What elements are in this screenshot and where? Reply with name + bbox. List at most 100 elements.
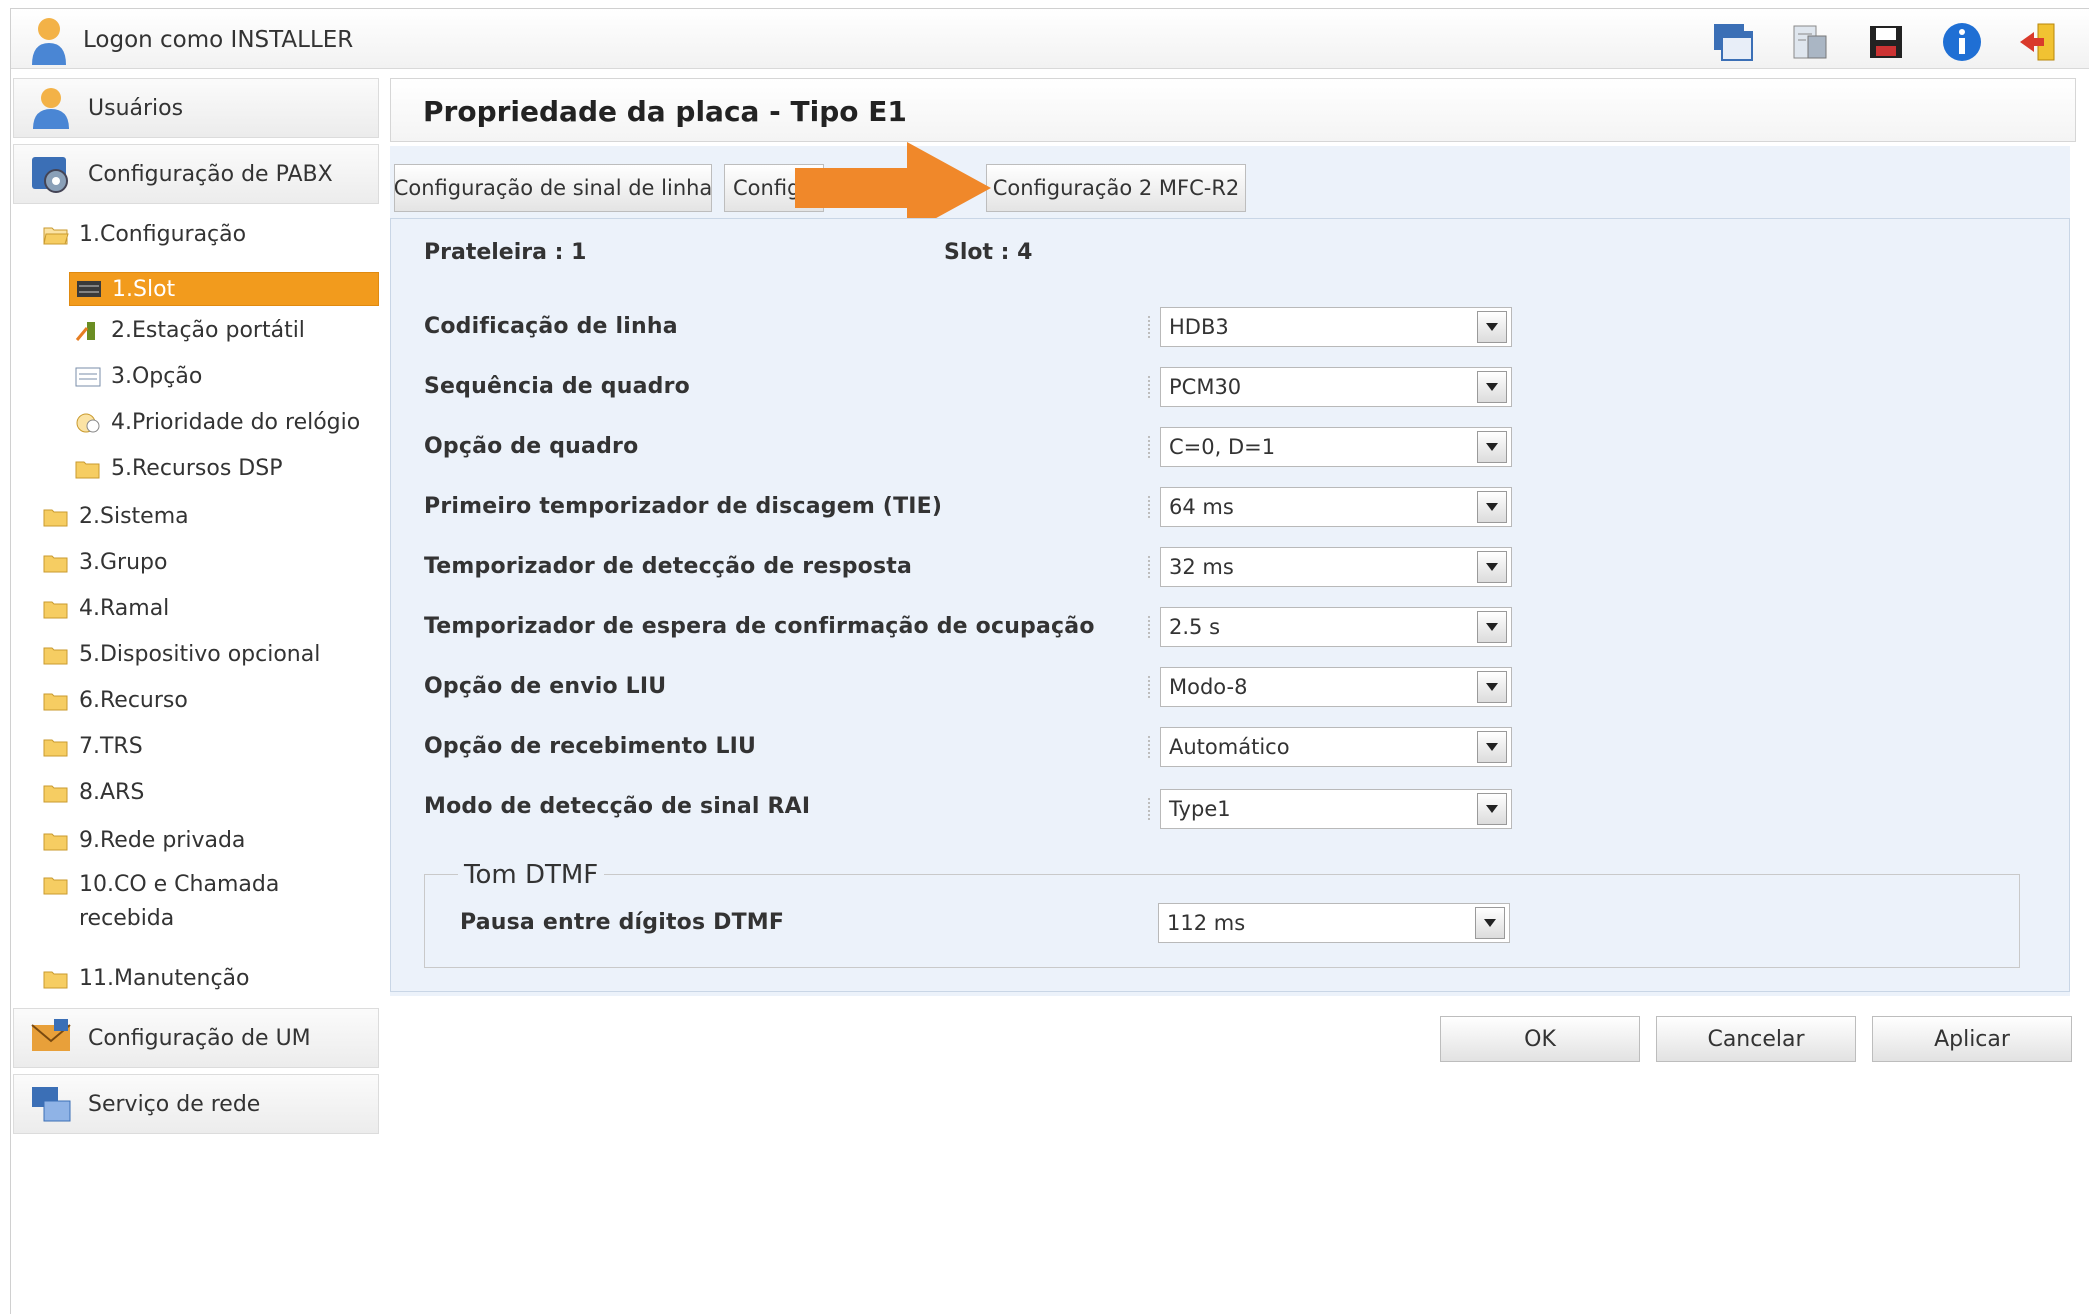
field-label-line-coding: Codificação de linha	[424, 314, 678, 339]
tree-label: 1.Slot	[112, 276, 176, 302]
field-separator	[1148, 556, 1154, 578]
apply-button[interactable]: Aplicar	[1872, 1016, 2072, 1062]
field-label-liu-receive-option: Opção de recebimento LIU	[424, 734, 757, 759]
info-icon[interactable]	[1937, 17, 1987, 67]
tree-slot[interactable]: 1.Slot	[69, 272, 379, 306]
field-label-seizure-ack-timer: Temporizador de espera de confirmação de…	[424, 614, 1095, 639]
sidebar: Usuários Configuração de PABX 1.Configur…	[13, 78, 379, 1138]
tree-grupo[interactable]: 3.Grupo	[43, 550, 167, 575]
tree-label: 7.TRS	[79, 734, 143, 759]
field-separator	[1148, 676, 1154, 698]
tree-label: 1.Configuração	[79, 222, 247, 247]
logout-icon[interactable]	[2013, 17, 2063, 67]
field-label-frame-sequence: Sequência de quadro	[424, 374, 690, 399]
seizure-ack-timer-value: 2.5 s	[1169, 615, 1221, 639]
liu-send-option-value: Modo-8	[1169, 675, 1248, 699]
network-icon	[32, 1087, 71, 1122]
folder-icon	[43, 601, 68, 618]
chevron-down-icon[interactable]	[1477, 311, 1507, 343]
sidebar-um-label: Configuração de UM	[88, 1025, 311, 1051]
frame-sequence-select[interactable]: PCM30	[1160, 367, 1512, 407]
tree-estacao-portatil[interactable]: 2.Estação portátil	[75, 318, 305, 343]
tree-ramal[interactable]: 4.Ramal	[43, 596, 169, 621]
frame-option-select[interactable]: C=0, D=1	[1160, 427, 1512, 467]
tree-ars[interactable]: 8.ARS	[43, 780, 144, 805]
tree-label: 4.Prioridade do relógio	[111, 410, 361, 435]
sidebar-um-config[interactable]: Configuração de UM	[13, 1008, 379, 1068]
users-icon	[33, 88, 69, 129]
tree-recursos-dsp[interactable]: 5.Recursos DSP	[75, 456, 282, 481]
cancel-button[interactable]: Cancelar	[1656, 1016, 1856, 1062]
chevron-down-icon[interactable]	[1477, 793, 1507, 825]
frame-sequence-value: PCM30	[1169, 375, 1242, 399]
chevron-down-icon[interactable]	[1477, 431, 1507, 463]
tree-label: 2.Estação portátil	[111, 318, 305, 343]
sidebar-network-label: Serviço de rede	[88, 1091, 261, 1117]
chevron-down-icon[interactable]	[1475, 907, 1505, 939]
slot-icon	[77, 281, 101, 297]
save-icon[interactable]	[1861, 17, 1911, 67]
dtmf-pause-select[interactable]: 112 ms	[1158, 903, 1510, 943]
liu-receive-option-select[interactable]: Automático	[1160, 727, 1512, 767]
tree-label: 3.Grupo	[79, 550, 168, 575]
tree-recurso[interactable]: 6.Recurso	[43, 688, 188, 713]
tree-label: 8.ARS	[79, 780, 145, 805]
tree-opcao[interactable]: 3.Opção	[75, 364, 202, 389]
liu-send-option-select[interactable]: Modo-8	[1160, 667, 1512, 707]
tree-dispositivo-opcional[interactable]: 5.Dispositivo opcional	[43, 642, 320, 667]
tree-configuracao[interactable]: 1.Configuração	[43, 222, 246, 247]
page-header: Propriedade da placa - Tipo E1	[390, 78, 2076, 142]
pabx-config-icon	[32, 157, 68, 193]
tree-label-multiline: 10.CO e Chamada recebida	[79, 868, 279, 936]
chevron-down-icon[interactable]	[1477, 731, 1507, 763]
tree-manutencao[interactable]: 11.Manutenção	[43, 966, 249, 991]
first-dial-timer-value: 64 ms	[1169, 495, 1234, 519]
answer-detect-timer-value: 32 ms	[1169, 555, 1234, 579]
first-dial-timer-select[interactable]: 64 ms	[1160, 487, 1512, 527]
field-label-frame-option: Opção de quadro	[424, 434, 639, 459]
chevron-down-icon[interactable]	[1477, 371, 1507, 403]
tree-co-chamada-recebida[interactable]: 10.CO e Chamada recebida	[43, 872, 279, 936]
folder-open-icon	[43, 227, 69, 244]
liu-receive-option-value: Automático	[1169, 735, 1290, 759]
rai-detect-mode-select[interactable]: Type1	[1160, 789, 1512, 829]
folder-icon	[43, 833, 68, 850]
logon-text: Logon como INSTALLER	[83, 27, 354, 53]
answer-detect-timer-select[interactable]: 32 ms	[1160, 547, 1512, 587]
field-separator	[1148, 736, 1154, 758]
sidebar-users-label: Usuários	[88, 95, 184, 121]
tree-trs[interactable]: 7.TRS	[43, 734, 143, 759]
tree-prioridade-relogio[interactable]: 4.Prioridade do relógio	[75, 410, 360, 435]
tab-mfc-r2-config[interactable]: Configuração 2 MFC-R2	[986, 164, 1246, 212]
tree-label: 10.CO e Chamada	[79, 872, 280, 897]
tree-sistema[interactable]: 2.Sistema	[43, 504, 189, 529]
sidebar-pabx-label: Configuração de PABX	[88, 161, 333, 187]
folder-icon	[43, 877, 68, 895]
sidebar-network-service[interactable]: Serviço de rede	[13, 1074, 379, 1134]
field-label-first-dial-timer: Primeiro temporizador de discagem (TIE)	[424, 494, 943, 519]
ok-button[interactable]: OK	[1440, 1016, 1640, 1062]
folder-icon	[43, 555, 68, 572]
user-icon	[32, 18, 66, 65]
field-separator	[1148, 316, 1154, 338]
field-separator	[1148, 496, 1154, 518]
slot-label: Slot : 4	[944, 240, 1033, 265]
chevron-down-icon[interactable]	[1477, 611, 1507, 643]
chevron-down-icon[interactable]	[1477, 491, 1507, 523]
folder-icon	[43, 509, 68, 526]
um-config-icon	[31, 1019, 71, 1051]
header-bar: Logon como INSTALLER	[11, 9, 2089, 69]
line-coding-value: HDB3	[1169, 315, 1229, 339]
sidebar-users[interactable]: Usuários	[13, 78, 379, 138]
tree-label: 5.Recursos DSP	[111, 456, 283, 481]
tab-line-signal-config[interactable]: Configuração de sinal de linha	[394, 164, 712, 212]
line-coding-select[interactable]: HDB3	[1160, 307, 1512, 347]
chevron-down-icon[interactable]	[1477, 551, 1507, 583]
window-icon[interactable]	[1709, 17, 1759, 67]
sidebar-pabx-config[interactable]: Configuração de PABX	[13, 144, 379, 204]
tree-rede-privada[interactable]: 9.Rede privada	[43, 828, 245, 853]
phone-directory-icon[interactable]	[1785, 17, 1835, 67]
rai-detect-mode-value: Type1	[1169, 797, 1231, 821]
chevron-down-icon[interactable]	[1477, 671, 1507, 703]
seizure-ack-timer-select[interactable]: 2.5 s	[1160, 607, 1512, 647]
